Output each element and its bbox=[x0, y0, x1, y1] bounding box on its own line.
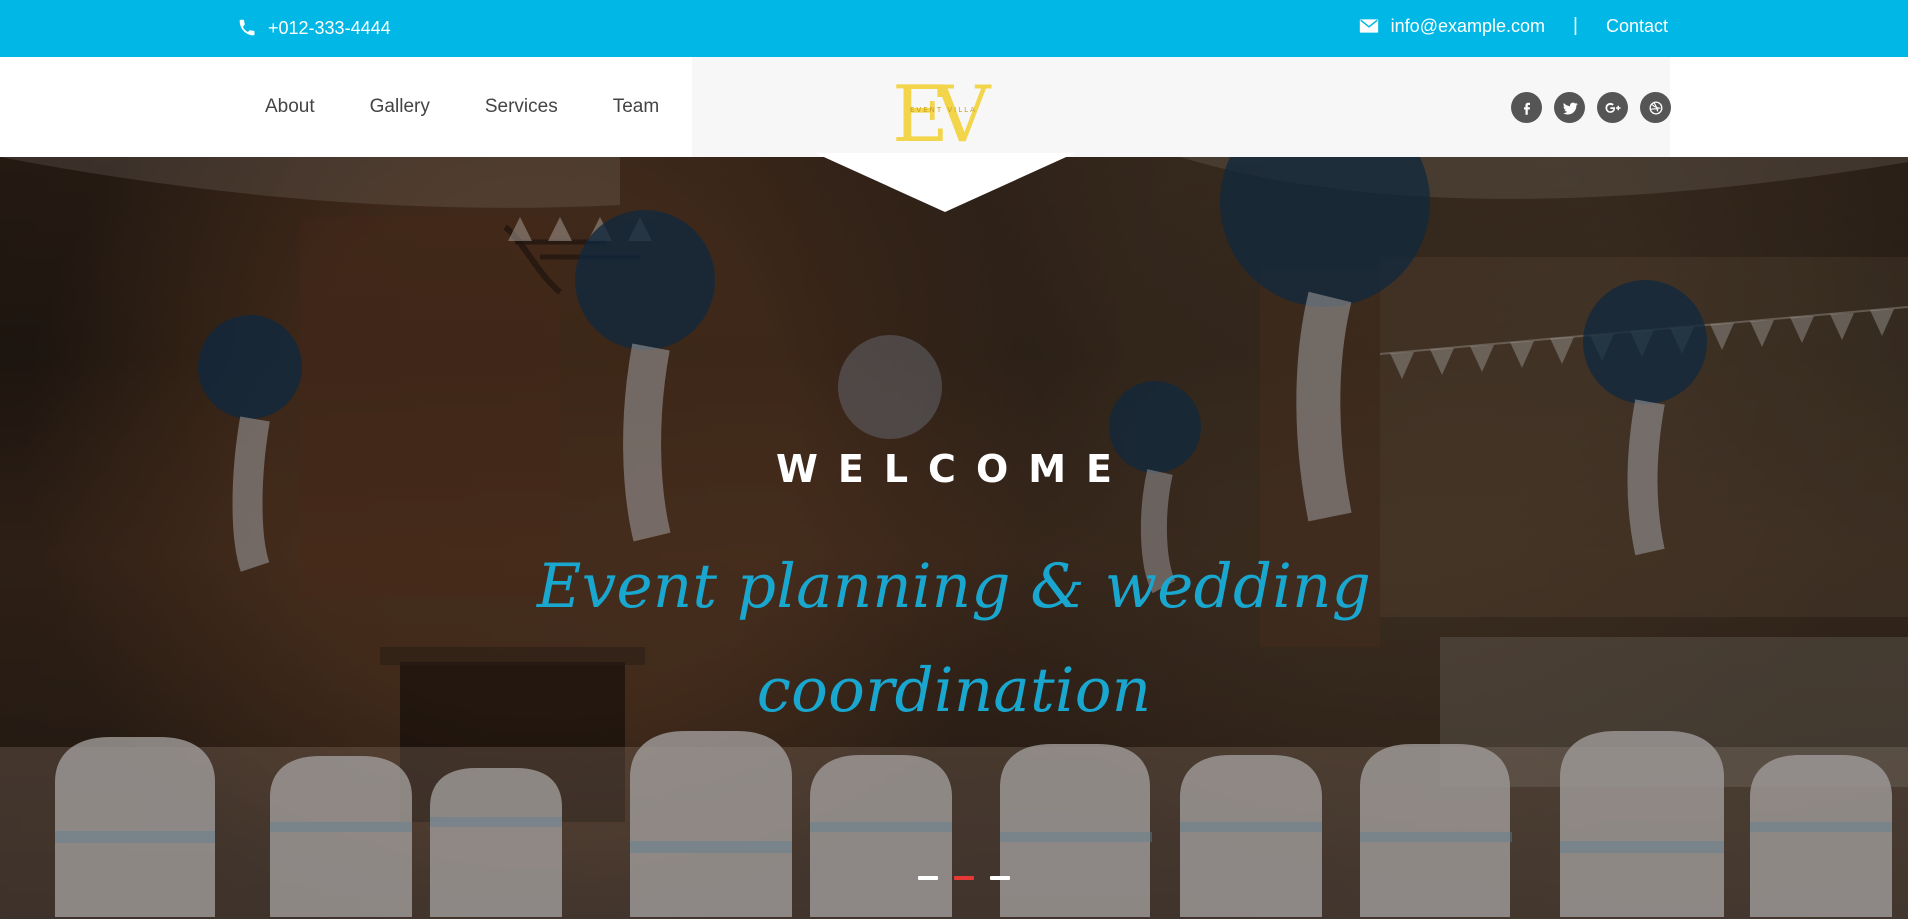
mail-icon bbox=[1359, 18, 1379, 34]
nav-gallery[interactable]: Gallery bbox=[370, 95, 430, 119]
svg-text:EVENT VILLA: EVENT VILLA bbox=[910, 106, 977, 114]
nav-about[interactable]: About bbox=[265, 95, 315, 119]
facebook-icon[interactable] bbox=[1511, 92, 1542, 123]
scroll-gutter bbox=[1908, 0, 1919, 919]
main-navigation: About Gallery Services Team bbox=[265, 95, 659, 119]
phone-icon bbox=[238, 19, 256, 37]
twitter-icon[interactable] bbox=[1554, 92, 1585, 123]
top-contact-bar: +012-333-4444 info@example.com | Contact bbox=[0, 0, 1908, 57]
dribbble-icon[interactable] bbox=[1640, 92, 1671, 123]
email-link[interactable]: info@example.com bbox=[1391, 14, 1545, 38]
slider-dot-1[interactable] bbox=[918, 876, 938, 880]
social-links bbox=[1511, 92, 1671, 123]
site-logo[interactable]: E V EVENT VILLA bbox=[890, 70, 996, 160]
slider-dot-3[interactable] bbox=[990, 876, 1010, 880]
page: +012-333-4444 info@example.com | Contact… bbox=[0, 0, 1919, 919]
header-notch bbox=[815, 153, 1075, 212]
slider-dot-2[interactable] bbox=[954, 876, 974, 880]
site-header: About Gallery Services Team E V EVENT VI… bbox=[0, 57, 1908, 160]
contact-link[interactable]: Contact bbox=[1606, 14, 1668, 38]
phone-contact[interactable]: +012-333-4444 bbox=[238, 16, 391, 40]
google-plus-icon[interactable] bbox=[1597, 92, 1628, 123]
top-bar-right-links: info@example.com | Contact bbox=[1359, 14, 1668, 38]
hero-headline: Event planning & wedding coordination bbox=[536, 551, 1372, 726]
slider-pagination bbox=[918, 876, 1010, 880]
phone-number[interactable]: +012-333-4444 bbox=[268, 16, 391, 40]
top-bar-separator: | bbox=[1573, 15, 1578, 36]
hero-welcome: WELCOME bbox=[775, 447, 1133, 491]
nav-services[interactable]: Services bbox=[485, 95, 558, 119]
nav-team[interactable]: Team bbox=[613, 95, 659, 119]
